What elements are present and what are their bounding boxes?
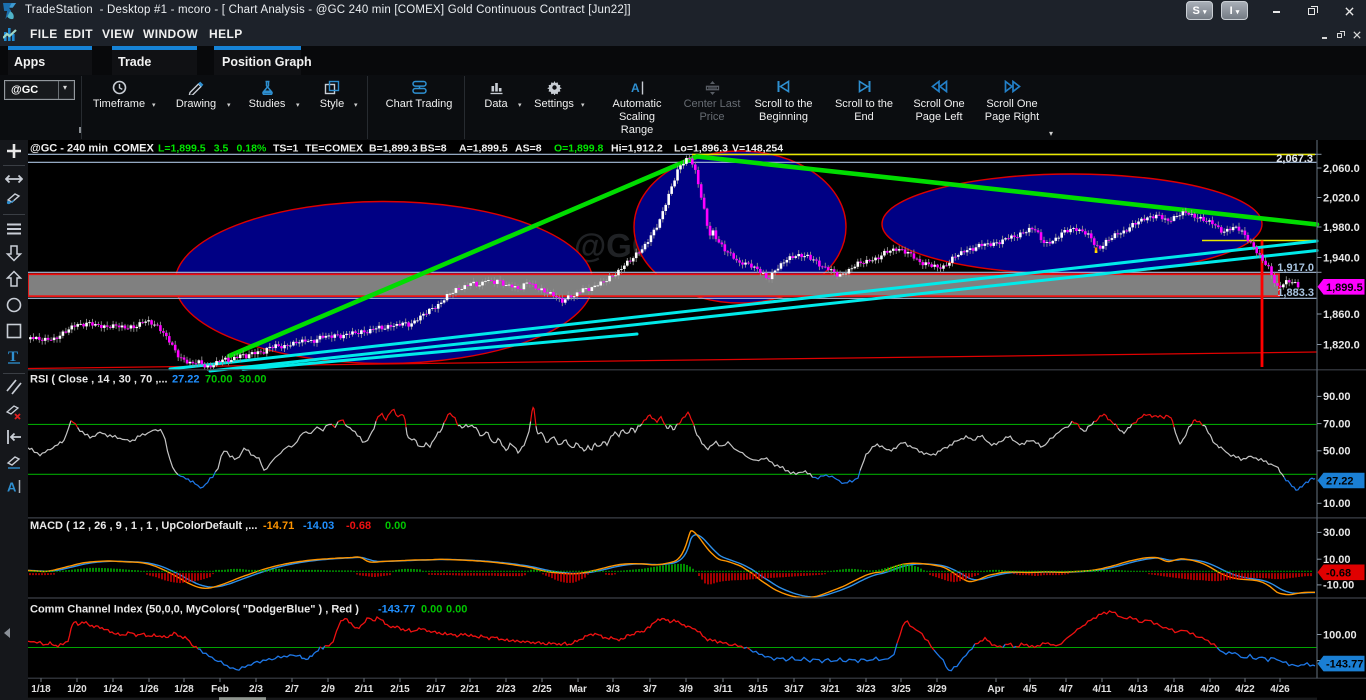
svg-text:Feb: Feb [211,684,229,695]
svg-text:2/21: 2/21 [460,684,480,695]
svg-text:3/17: 3/17 [784,684,804,695]
svg-text:2/23: 2/23 [496,684,516,695]
svg-text:1,899.5: 1,899.5 [1326,282,1363,294]
svg-text:2/17: 2/17 [426,684,446,695]
svg-text:1/20: 1/20 [67,684,87,695]
svg-text:4/7: 4/7 [1059,684,1073,695]
svg-text:4/18: 4/18 [1164,684,1184,695]
svg-text:Mar: Mar [569,684,587,695]
svg-text:-143.77: -143.77 [378,604,415,616]
svg-text:4/22: 4/22 [1235,684,1255,695]
svg-text:10.00: 10.00 [1323,554,1351,566]
svg-text:1,883.3: 1,883.3 [1277,287,1314,299]
svg-text:1,980.0: 1,980.0 [1323,222,1360,234]
svg-text:2,020.0: 2,020.0 [1323,192,1360,204]
svg-text:-10.00: -10.00 [1323,580,1354,592]
svg-text:1/28: 1/28 [174,684,194,695]
svg-text:Lo=1,896.3: Lo=1,896.3 [674,143,728,155]
svg-text:-143.77: -143.77 [1326,659,1363,671]
svg-text:4/26: 4/26 [1270,684,1290,695]
svg-text:1,820.0: 1,820.0 [1323,339,1360,351]
svg-text:4/13: 4/13 [1128,684,1148,695]
svg-text:TS=1: TS=1 [273,143,299,155]
svg-text:3/7: 3/7 [643,684,657,695]
svg-text:3/21: 3/21 [820,684,840,695]
svg-text:A: A [7,480,17,495]
svg-text:O=1,899.8: O=1,899.8 [554,143,603,155]
svg-text:0.00: 0.00 [385,520,406,532]
svg-text:3/29: 3/29 [927,684,947,695]
svg-text:0.00: 0.00 [421,604,442,616]
svg-text:2/25: 2/25 [532,684,552,695]
svg-text:30.00: 30.00 [239,374,267,386]
svg-text:-0.68: -0.68 [1326,567,1351,579]
svg-text:-14.71: -14.71 [263,520,294,532]
svg-text:MACD ( 12 , 26 , 9 , 1 , 1 , U: MACD ( 12 , 26 , 9 , 1 , 1 , UpColorDefa… [30,520,257,532]
svg-text:RSI ( Close , 14 , 30 , 70 ,..: RSI ( Close , 14 , 30 , 70 ,... [30,374,168,386]
svg-text:3/25: 3/25 [891,684,911,695]
svg-text:27.22: 27.22 [1326,476,1354,488]
svg-text:-14.03: -14.03 [303,520,334,532]
svg-text:3/9: 3/9 [679,684,693,695]
svg-text:BS=8: BS=8 [420,143,447,155]
svg-text:2/3: 2/3 [249,684,263,695]
svg-text:L=1,899.5 3.5 0.18%: L=1,899.5 3.5 0.18% [158,143,267,155]
svg-text:4/11: 4/11 [1093,684,1112,695]
svg-text:2/15: 2/15 [390,684,410,695]
svg-text:-0.68: -0.68 [346,520,371,532]
svg-text:50.00: 50.00 [1323,446,1351,458]
svg-text:70.00: 70.00 [1323,418,1351,430]
svg-text:10.00: 10.00 [1323,498,1351,510]
svg-text:Comm Channel Index (50,0,0, My: Comm Channel Index (50,0,0, MyColors( "D… [30,604,359,616]
svg-text:70.00: 70.00 [205,374,233,386]
svg-text:4/20: 4/20 [1200,684,1220,695]
svg-text:30.00: 30.00 [1323,527,1351,539]
svg-text:TE=COMEX: TE=COMEX [305,143,363,155]
svg-text:A=1,899.5: A=1,899.5 [459,143,508,155]
svg-text:B=1,899.3: B=1,899.3 [369,143,418,155]
svg-text:1,917.0: 1,917.0 [1277,262,1314,274]
svg-text:2/11: 2/11 [355,684,374,695]
svg-text:1,940.0: 1,940.0 [1323,252,1360,264]
svg-text:1/24: 1/24 [103,684,123,695]
svg-text:0.00: 0.00 [446,604,467,616]
svg-text:AS=8: AS=8 [515,143,542,155]
svg-text:1,860.0: 1,860.0 [1323,309,1360,321]
svg-text:2,060.0: 2,060.0 [1323,163,1360,175]
svg-text:V=148,254: V=148,254 [732,143,783,155]
svg-text:27.22: 27.22 [172,374,200,386]
svg-text:Hi=1,912.2: Hi=1,912.2 [611,143,663,155]
svg-text:1/18: 1/18 [31,684,51,695]
svg-text:3/23: 3/23 [856,684,876,695]
svg-text:@GC - 240 min COMEX: @GC - 240 min COMEX [30,143,154,155]
svg-text:100.00: 100.00 [1323,629,1357,641]
svg-text:3/3: 3/3 [606,684,620,695]
svg-text:2,067.3: 2,067.3 [1276,153,1313,165]
svg-text:3/11: 3/11 [714,684,733,695]
svg-text:3/15: 3/15 [748,684,768,695]
svg-text:90.00: 90.00 [1323,391,1351,403]
svg-text:2/9: 2/9 [321,684,335,695]
svg-text:2/7: 2/7 [285,684,299,695]
svg-text:4/5: 4/5 [1023,684,1037,695]
svg-text:1/26: 1/26 [139,684,159,695]
svg-text:Apr: Apr [987,684,1004,695]
